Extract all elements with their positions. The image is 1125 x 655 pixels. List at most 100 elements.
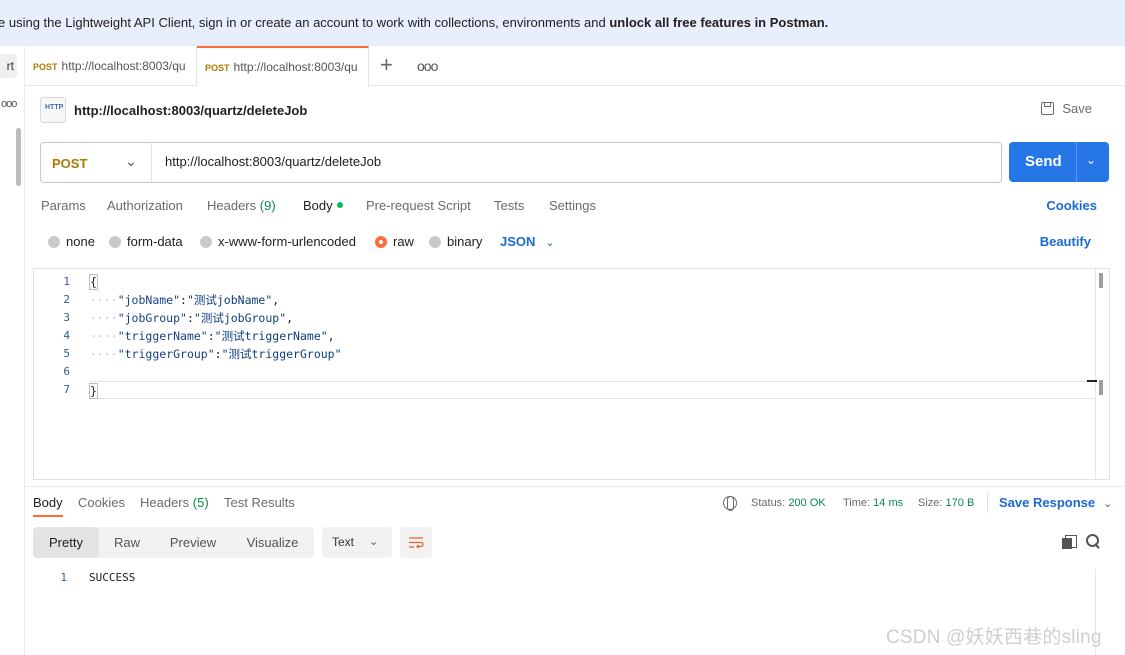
tab-settings[interactable]: Settings bbox=[549, 198, 596, 213]
chevron-down-icon: ⌄ bbox=[125, 153, 137, 169]
view-visualize[interactable]: Visualize bbox=[231, 527, 314, 558]
response-view-toggle: Pretty Raw Preview Visualize bbox=[33, 527, 314, 558]
tab-label: http://localhost:8003/qu bbox=[61, 59, 186, 73]
editor-ruler bbox=[1095, 269, 1096, 479]
send-button[interactable]: Send ⌄ bbox=[1009, 142, 1109, 182]
left-rail: rt ooo bbox=[0, 46, 25, 655]
line-number: 4 bbox=[63, 329, 70, 342]
beautify-link[interactable]: Beautify bbox=[1040, 234, 1091, 249]
line-number: 6 bbox=[63, 365, 70, 378]
signin-banner: e using the Lightweight API Client, sign… bbox=[0, 0, 1125, 46]
tab-prerequest-script[interactable]: Pre-request Script bbox=[366, 198, 471, 213]
tab-headers[interactable]: Headers (9) bbox=[207, 198, 276, 213]
tab-params[interactable]: Params bbox=[41, 198, 86, 213]
left-rail-scrollbar[interactable] bbox=[16, 128, 21, 186]
tab-headers-label: Headers bbox=[207, 198, 257, 213]
response-format-select[interactable]: Text ⌄ bbox=[322, 527, 392, 558]
radio-urlencoded[interactable]: x-www-form-urlencoded bbox=[200, 234, 356, 249]
code-line-current: } bbox=[89, 381, 1095, 399]
request-tab-active[interactable]: POST http://localhost:8003/qu bbox=[197, 46, 369, 87]
radio-circle-icon bbox=[109, 236, 121, 248]
response-text: SUCCESS bbox=[89, 571, 136, 584]
response-tab-test-results[interactable]: Test Results bbox=[224, 495, 295, 510]
ellipsis-icon[interactable]: ooo bbox=[417, 58, 438, 74]
editor-caret bbox=[1087, 380, 1097, 382]
plus-icon[interactable]: + bbox=[380, 54, 393, 76]
cookies-link[interactable]: Cookies bbox=[1046, 198, 1097, 213]
radio-raw[interactable]: raw bbox=[375, 234, 414, 249]
radio-selected-icon bbox=[375, 236, 387, 248]
tab-body[interactable]: Body bbox=[303, 198, 343, 213]
format-select[interactable]: JSON ⌄ bbox=[500, 234, 555, 249]
time-value: 14 ms bbox=[873, 497, 904, 509]
line-number: 1 bbox=[63, 275, 70, 288]
request-title[interactable]: http://localhost:8003/quartz/deleteJob bbox=[74, 103, 307, 118]
status-readout[interactable]: Status: 200 OK bbox=[751, 497, 826, 509]
copy-icon[interactable] bbox=[1062, 535, 1077, 549]
left-rail-chip[interactable]: rt bbox=[0, 54, 17, 78]
radio-urlencoded-label: x-www-form-urlencoded bbox=[218, 234, 356, 249]
left-rail-more-icon[interactable]: ooo bbox=[1, 98, 17, 110]
method-value: POST bbox=[52, 156, 88, 171]
response-tab-headers[interactable]: Headers (5) bbox=[140, 495, 209, 510]
send-divider bbox=[1076, 142, 1077, 182]
response-tab-cookies[interactable]: Cookies bbox=[78, 495, 125, 510]
code-line: ····"jobGroup":"测试jobGroup", bbox=[90, 311, 294, 325]
save-response-label: Save Response bbox=[999, 495, 1096, 510]
code-line: { bbox=[89, 273, 1095, 291]
chevron-down-icon[interactable]: ⌄ bbox=[1086, 153, 1096, 167]
tab-headers-count: (9) bbox=[259, 198, 276, 213]
json-key: "triggerName" bbox=[117, 329, 208, 343]
view-pretty[interactable]: Pretty bbox=[33, 527, 99, 558]
save-label: Save bbox=[1062, 101, 1092, 116]
chevron-down-icon: ⌄ bbox=[545, 237, 555, 249]
banner-bold-text[interactable]: unlock all free features in Postman. bbox=[609, 15, 828, 30]
radio-binary-label: binary bbox=[447, 234, 483, 249]
save-response-button[interactable]: Save Response ⌄ bbox=[999, 495, 1112, 510]
save-icon bbox=[1041, 102, 1055, 115]
active-dot-icon bbox=[336, 202, 343, 208]
request-tab-bar: POST http://localhost:8003/qu POST http://… bbox=[25, 46, 1125, 87]
radio-raw-label: raw bbox=[393, 234, 414, 249]
editor-scrollbar[interactable] bbox=[1099, 273, 1103, 288]
json-value: "测试triggerGroup" bbox=[221, 347, 342, 361]
response-tab-body[interactable]: Body bbox=[33, 495, 63, 517]
tab-tests[interactable]: Tests bbox=[494, 198, 524, 213]
wrap-lines-button[interactable] bbox=[400, 527, 432, 558]
chevron-down-icon: ⌄ bbox=[1103, 498, 1113, 510]
line-number: 3 bbox=[63, 311, 70, 324]
pane-divider[interactable] bbox=[25, 486, 1125, 487]
request-header: HTTP http://localhost:8003/quartz/delete… bbox=[40, 97, 1110, 123]
size-value: 170 B bbox=[945, 497, 975, 509]
request-tab[interactable]: POST http://localhost:8003/qu bbox=[25, 46, 197, 86]
globe-icon[interactable] bbox=[723, 496, 737, 511]
view-preview[interactable]: Preview bbox=[155, 527, 231, 558]
response-tab-headers-count: (5) bbox=[192, 495, 209, 510]
line-number: 5 bbox=[63, 347, 70, 360]
method-select[interactable]: POST ⌄ bbox=[41, 143, 152, 182]
chevron-down-icon: ⌄ bbox=[369, 536, 379, 548]
url-input[interactable] bbox=[165, 154, 985, 169]
tab-method: POST bbox=[33, 62, 58, 72]
status-label: Status: bbox=[751, 497, 786, 509]
radio-form-data[interactable]: form-data bbox=[109, 234, 183, 249]
code-area[interactable]: { ····"jobName":"测试jobName", ····"jobGro… bbox=[89, 273, 1095, 399]
size-readout[interactable]: Size: 170 B bbox=[918, 497, 974, 509]
watermark: CSDN @妖妖西巷的sling bbox=[886, 627, 1102, 648]
body-editor[interactable]: 1 2 3 4 5 6 7 { ····"jobName":"测试jobName… bbox=[33, 268, 1110, 480]
banner-text: e using the Lightweight API Client, sign… bbox=[0, 15, 610, 30]
request-tabs: Params Authorization Headers (9) Body Pr… bbox=[41, 198, 1111, 216]
tab-method: POST bbox=[205, 63, 230, 73]
time-readout[interactable]: Time: 14 ms bbox=[843, 497, 903, 509]
view-raw[interactable]: Raw bbox=[99, 527, 155, 558]
send-label: Send bbox=[1025, 153, 1062, 170]
url-bar: POST ⌄ bbox=[40, 142, 1002, 183]
search-icon[interactable] bbox=[1086, 534, 1101, 549]
radio-none[interactable]: none bbox=[48, 234, 95, 249]
response-tabs: Body Cookies Headers (5) Test Results St… bbox=[33, 493, 1112, 517]
json-key: "triggerGroup" bbox=[117, 347, 215, 361]
save-button[interactable]: Save bbox=[1041, 101, 1092, 116]
tab-authorization[interactable]: Authorization bbox=[107, 198, 183, 213]
radio-binary[interactable]: binary bbox=[429, 234, 482, 249]
